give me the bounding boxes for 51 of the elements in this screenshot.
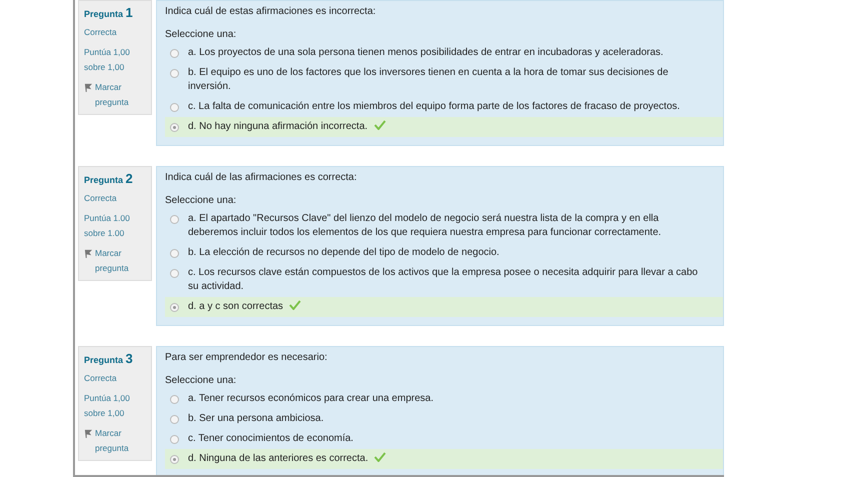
question-text: Indica cuál de las afirmaciones es correcta: — [165, 172, 358, 183]
flag-question-link[interactable]: Marcar pregunta — [95, 426, 146, 456]
radio-button[interactable] — [170, 215, 179, 224]
checkmark-icon — [289, 300, 302, 310]
question-text: Indica cuál de estas afirmaciones es incorrecta: — [165, 6, 377, 17]
radio-button[interactable] — [170, 455, 179, 464]
checkmark-icon — [374, 120, 386, 130]
answer-option[interactable]: a. Los proyectos de una sola persona tienen menos posibilidades de entrar en incubadoras y aceleradoras. — [188, 46, 664, 60]
question-status: Correcta — [84, 26, 118, 39]
instruction-text: Seleccione una: — [165, 29, 238, 40]
question-status: Correcta — [84, 192, 118, 205]
instruction-text: Seleccione una: — [165, 375, 238, 386]
answer-option[interactable]: b. Ser una persona ambiciosa. — [188, 412, 324, 426]
answer-option[interactable]: d. No hay ninguna afirmación incorrecta. — [188, 120, 368, 134]
radio-button[interactable] — [170, 103, 179, 112]
selected-answer-row[interactable]: d. a y c son correctas — [165, 297, 723, 317]
answer-option[interactable]: c. La falta de comunicación entre los miembros del equipo forma parte de los factores de fracaso de proyectos. — [188, 100, 680, 114]
radio-button[interactable] — [170, 49, 179, 58]
radio-button[interactable] — [170, 123, 179, 132]
checkmark-icon — [374, 452, 386, 462]
question-number: Pregunta 1 — [84, 5, 134, 20]
flag-question-link[interactable]: Marcar pregunta — [95, 80, 146, 110]
flag-icon[interactable] — [84, 429, 93, 438]
radio-button[interactable] — [170, 249, 179, 258]
answer-option[interactable]: c. Tener conocimientos de economía. — [188, 432, 354, 446]
question-number: Pregunta 3 — [84, 351, 134, 366]
radio-button[interactable] — [170, 415, 179, 424]
radio-button[interactable] — [170, 303, 179, 312]
radio-button[interactable] — [170, 395, 179, 404]
answer-option[interactable]: a. Tener recursos económicos para crear una empresa. — [188, 392, 434, 406]
question-number: Pregunta 2 — [84, 171, 134, 186]
question-score: Puntúa 1,00 sobre 1,00 — [84, 46, 131, 74]
answer-option[interactable]: d. Ninguna de las anteriores es correcta. — [188, 452, 368, 466]
radio-button[interactable] — [170, 69, 179, 78]
question-text: Para ser emprendedor es necesario: — [165, 352, 328, 363]
selected-answer-row[interactable]: d. Ninguna de las anteriores es correcta. — [165, 449, 723, 469]
flag-question-link[interactable]: Marcar pregunta — [95, 246, 146, 276]
instruction-text: Seleccione una: — [165, 195, 238, 206]
question-score: Puntúa 1,00 sobre 1,00 — [84, 392, 131, 420]
answer-option[interactable]: b. La elección de recursos no depende del tipo de modelo de negocio. — [188, 246, 500, 260]
answer-option[interactable]: a. El apartado "Recursos Clave" del lienzo del modelo de negocio será nuestra lista de la compra y en ella deberemos incluir todos los elementos de los que requiera nuestra empresa para funcionar correctamente. — [188, 212, 699, 240]
selected-answer-row[interactable]: d. No hay ninguna afirmación incorrecta. — [165, 117, 723, 137]
answer-option[interactable]: b. El equipo es uno de los factores que los inversores tienen en cuenta a la hora de tomar sus decisiones de inversión. — [188, 66, 699, 94]
radio-button[interactable] — [170, 435, 179, 444]
answer-option[interactable]: d. a y c son correctas — [188, 300, 284, 314]
question-score: Puntúa 1.00 sobre 1.00 — [84, 212, 131, 240]
answer-option[interactable]: c. Los recursos clave están compuestos de los activos que la empresa posee o necesita adquirir para llevar a cabo su actividad. — [188, 266, 699, 294]
question-status: Correcta — [84, 372, 118, 385]
flag-icon[interactable] — [84, 249, 93, 258]
radio-button[interactable] — [170, 269, 179, 278]
flag-icon[interactable] — [84, 83, 93, 92]
